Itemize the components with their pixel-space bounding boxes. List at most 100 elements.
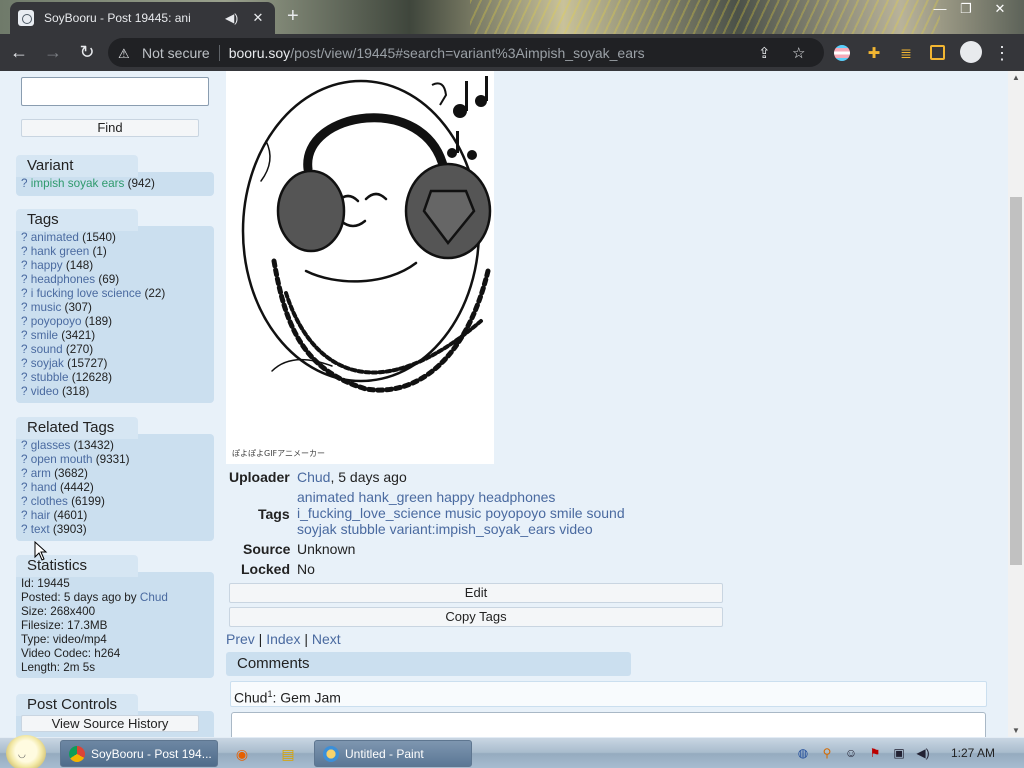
taskbar-item-browser[interactable]: SoyBooru - Post 194... bbox=[60, 740, 218, 767]
flag-error-icon[interactable]: ⚑ bbox=[867, 745, 883, 761]
index-link[interactable]: Index bbox=[266, 631, 300, 647]
tag-wiki-link[interactable]: ? bbox=[21, 259, 28, 272]
tag-link[interactable]: music bbox=[31, 301, 62, 314]
uploader-user-link[interactable]: Chud bbox=[297, 469, 330, 485]
tag-wiki-link[interactable]: ? bbox=[21, 287, 28, 300]
extensions-puzzle-icon[interactable]: ✚ bbox=[863, 42, 885, 64]
scroll-up-arrow-icon[interactable]: ▲ bbox=[1012, 73, 1020, 82]
tag-wiki-link[interactable]: ? bbox=[21, 315, 28, 328]
comment-textarea[interactable] bbox=[231, 712, 986, 737]
page-scrollbar[interactable]: ▲ ▼ bbox=[1008, 71, 1024, 737]
tag-wiki-link[interactable]: ? bbox=[21, 273, 28, 286]
tag-link[interactable]: poyopoyo bbox=[31, 315, 82, 328]
tag-links-line-3[interactable]: soyjak stubble variant:impish_soyak_ears… bbox=[297, 521, 593, 537]
kebab-menu-icon[interactable]: ⋮ bbox=[991, 42, 1013, 64]
scrollbar-thumb[interactable] bbox=[1010, 197, 1022, 565]
tag-wiki-link[interactable]: ? bbox=[21, 177, 28, 190]
scroll-down-arrow-icon[interactable]: ▼ bbox=[1012, 726, 1020, 735]
tab-close-icon[interactable]: ✕ bbox=[249, 10, 267, 26]
edit-button[interactable]: Edit bbox=[229, 583, 723, 603]
file-explorer-icon[interactable]: ▤ bbox=[278, 744, 298, 764]
tag-wiki-link[interactable]: ? bbox=[21, 439, 28, 452]
tag-link[interactable]: hank green bbox=[31, 245, 89, 258]
tag-link[interactable]: impish soyak ears bbox=[31, 177, 125, 190]
pager-separator: | bbox=[254, 631, 267, 647]
share-icon[interactable]: ⇪ bbox=[758, 44, 771, 62]
reload-icon[interactable]: ↻ bbox=[72, 38, 102, 68]
tag-wiki-link[interactable]: ? bbox=[21, 509, 28, 522]
tag-link[interactable]: stubble bbox=[31, 371, 69, 384]
tag-wiki-link[interactable]: ? bbox=[21, 523, 28, 536]
tag-link[interactable]: arm bbox=[31, 467, 51, 480]
tag-link[interactable]: soyjak bbox=[31, 357, 64, 370]
search-tray-icon[interactable]: ⚲ bbox=[819, 745, 835, 761]
media-control-icon[interactable]: ≣ bbox=[895, 42, 917, 64]
network-globe-icon[interactable]: ◍ bbox=[795, 745, 811, 761]
firefox-icon[interactable]: ◉ bbox=[232, 744, 252, 764]
forward-arrow-icon[interactable]: → bbox=[38, 38, 68, 68]
browser-tab-active[interactable]: SoyBooru - Post 19445: ani ◀) ✕ bbox=[10, 2, 275, 34]
tags-label: Tags bbox=[258, 506, 290, 522]
tag-wiki-link[interactable]: ? bbox=[21, 357, 28, 370]
side-panel-icon[interactable] bbox=[930, 45, 945, 60]
list-item: ? hair (4601) bbox=[21, 509, 130, 523]
taskbar-item-paint[interactable]: Untitled - Paint bbox=[314, 740, 472, 767]
tag-link[interactable]: video bbox=[31, 385, 59, 398]
maximize-icon[interactable]: ❐ bbox=[952, 0, 980, 20]
tag-wiki-link[interactable]: ? bbox=[21, 495, 28, 508]
address-separator bbox=[218, 44, 220, 61]
back-arrow-icon[interactable]: ← bbox=[4, 38, 34, 68]
tag-link[interactable]: sound bbox=[31, 343, 63, 356]
tag-link[interactable]: i fucking love science bbox=[31, 287, 141, 300]
tag-link[interactable]: text bbox=[31, 523, 50, 536]
tag-link[interactable]: clothes bbox=[31, 495, 68, 508]
tag-wiki-link[interactable]: ? bbox=[21, 231, 28, 244]
find-button[interactable]: Find bbox=[21, 119, 199, 137]
pride-flag-extension-icon[interactable] bbox=[834, 45, 850, 61]
tag-link[interactable]: smile bbox=[31, 329, 58, 342]
comment-user[interactable]: Chud bbox=[234, 690, 267, 706]
search-input[interactable] bbox=[21, 77, 209, 106]
tag-link[interactable]: hand bbox=[31, 481, 57, 494]
tag-links-line-1[interactable]: animated hank_green happy headphones bbox=[297, 489, 555, 505]
tag-wiki-link[interactable]: ? bbox=[21, 301, 28, 314]
tag-link[interactable]: happy bbox=[31, 259, 63, 272]
copy-tags-button[interactable]: Copy Tags bbox=[229, 607, 723, 627]
smiley-tray-icon[interactable]: ☺ bbox=[843, 745, 859, 761]
tag-link[interactable]: headphones bbox=[31, 273, 95, 286]
tag-count: (1540) bbox=[82, 231, 116, 244]
tag-wiki-link[interactable]: ? bbox=[21, 329, 28, 342]
profile-avatar-icon[interactable] bbox=[960, 41, 982, 63]
start-button[interactable]: ◡ bbox=[6, 735, 46, 768]
tag-link[interactable]: glasses bbox=[31, 439, 71, 452]
network-status-icon[interactable]: ▣ bbox=[891, 745, 907, 761]
stat-posted-user-link[interactable]: Chud bbox=[140, 591, 168, 604]
bookmark-star-icon[interactable]: ☆ bbox=[792, 44, 805, 62]
new-tab-button[interactable]: + bbox=[287, 6, 299, 26]
tag-link[interactable]: hair bbox=[31, 509, 51, 522]
next-link[interactable]: Next bbox=[312, 631, 341, 647]
tag-wiki-link[interactable]: ? bbox=[21, 453, 28, 466]
tag-wiki-link[interactable]: ? bbox=[21, 385, 28, 398]
tag-wiki-link[interactable]: ? bbox=[21, 343, 28, 356]
tag-link[interactable]: open mouth bbox=[31, 453, 93, 466]
variant-list: ? impish soyak ears (942) bbox=[21, 177, 155, 191]
minimize-icon[interactable]: — bbox=[926, 0, 954, 20]
list-item: ? smile (3421) bbox=[21, 329, 165, 343]
close-icon[interactable]: ✕ bbox=[986, 0, 1014, 20]
tag-links-line-2[interactable]: i_fucking_love_science music poyopoyo sm… bbox=[297, 505, 625, 521]
speaker-icon[interactable]: ◀) bbox=[225, 11, 241, 25]
tag-wiki-link[interactable]: ? bbox=[21, 481, 28, 494]
volume-icon[interactable]: ◀) bbox=[915, 745, 931, 761]
prev-link[interactable]: Prev bbox=[226, 631, 255, 647]
tag-wiki-link[interactable]: ? bbox=[21, 467, 28, 480]
tag-wiki-link[interactable]: ? bbox=[21, 245, 28, 258]
tag-link[interactable]: animated bbox=[31, 231, 79, 244]
tag-wiki-link[interactable]: ? bbox=[21, 371, 28, 384]
uploader-label: Uploader bbox=[229, 469, 290, 485]
address-bar[interactable]: ⚠ Not secure booru.soy /post/view/19445#… bbox=[108, 38, 824, 67]
list-item: ? animated (1540) bbox=[21, 231, 165, 245]
post-image[interactable]: ぽよぽよGIFアニメーカー bbox=[226, 71, 494, 464]
variant-heading: Variant bbox=[16, 155, 138, 177]
view-source-history-button[interactable]: View Source History bbox=[21, 715, 199, 732]
